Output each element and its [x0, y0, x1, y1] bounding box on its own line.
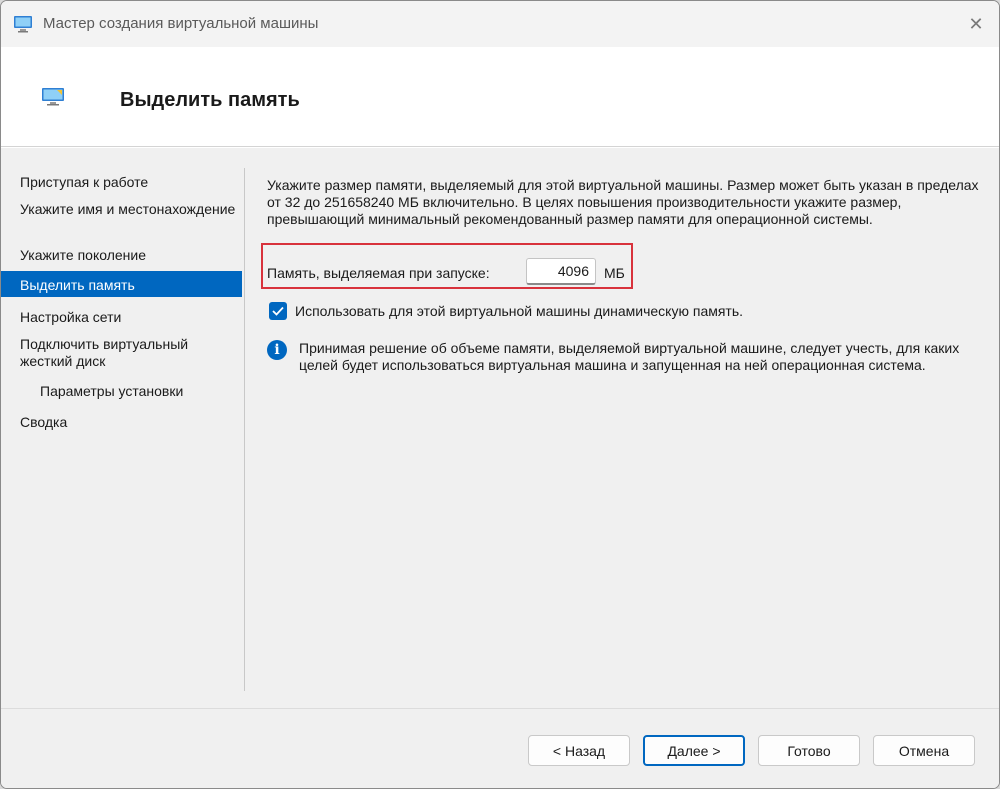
nav-item-name-location[interactable]: Укажите имя и местонахождение [1, 201, 242, 218]
wizard-body: Приступая к работе Укажите имя и местона… [1, 148, 999, 708]
wizard-footer: < Назад Далее > Готово Отмена [1, 708, 999, 788]
memory-description: Укажите размер памяти, выделяемый для эт… [267, 177, 979, 227]
finish-button[interactable]: Готово [758, 735, 860, 766]
memory-label: Память, выделяемая при запуске: [267, 265, 490, 281]
nav-item-generation[interactable]: Укажите поколение [1, 247, 242, 264]
nav-item-install-options[interactable]: Параметры установки [1, 383, 242, 400]
nav-item-virtual-disk[interactable]: Подключить виртуальный жесткий диск [1, 336, 221, 370]
close-button[interactable]: ✕ [953, 1, 999, 47]
back-button[interactable]: < Назад [528, 735, 630, 766]
monitor-icon [14, 16, 32, 33]
next-button[interactable]: Далее > [643, 735, 745, 766]
nav-divider [244, 168, 245, 691]
wizard-steps-nav: Приступая к работе Укажите имя и местона… [1, 148, 244, 693]
check-icon [272, 306, 284, 316]
memory-unit: МБ [604, 265, 625, 281]
window-title: Мастер создания виртуальной машины [43, 15, 319, 32]
memory-input[interactable] [526, 258, 596, 285]
dynamic-memory-label[interactable]: Использовать для этой виртуальной машины… [295, 303, 743, 319]
monitor-icon [42, 88, 64, 106]
title-bar: Мастер создания виртуальной машины ✕ [1, 1, 999, 47]
close-icon: ✕ [968, 13, 984, 34]
nav-item-getting-started[interactable]: Приступая к работе [1, 174, 242, 191]
cancel-button[interactable]: Отмена [873, 735, 975, 766]
dynamic-memory-checkbox[interactable] [269, 302, 287, 320]
nav-item-network[interactable]: Настройка сети [1, 309, 242, 326]
wizard-window: Мастер создания виртуальной машины ✕ Выд… [0, 0, 1000, 789]
nav-item-summary[interactable]: Сводка [1, 414, 242, 431]
info-text: Принимая решение об объеме памяти, выдел… [299, 340, 960, 373]
page-title: Выделить память [120, 89, 300, 111]
info-icon: i [267, 340, 287, 360]
nav-item-assign-memory[interactable]: Выделить память [1, 271, 242, 297]
wizard-header: Выделить память [1, 47, 999, 147]
